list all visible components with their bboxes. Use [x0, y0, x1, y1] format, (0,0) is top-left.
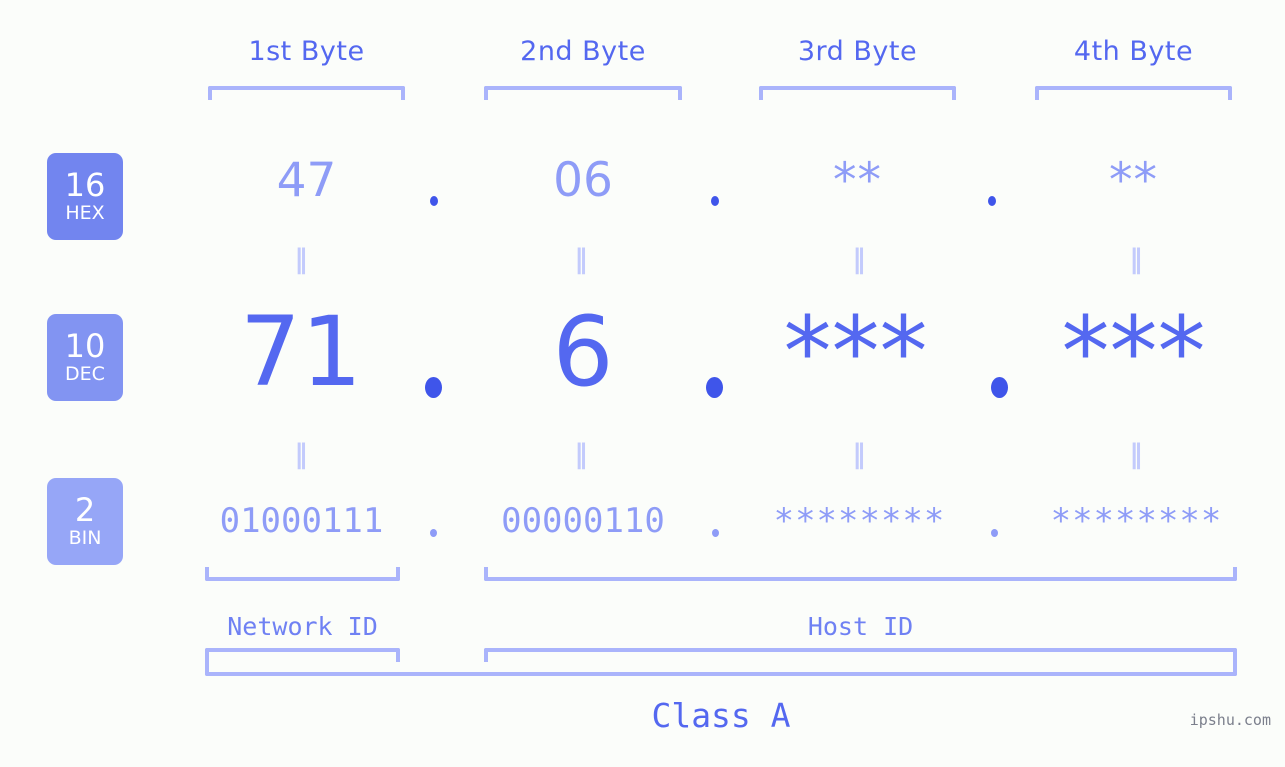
byte-header-4: 4th Byte	[1073, 36, 1194, 67]
equals-mark-hex-dec-2: ‖	[574, 244, 588, 275]
dec-value-byte-3: ***	[783, 296, 928, 408]
bin-value-byte-1: 01000111	[219, 501, 384, 541]
radix-badge-hex: 16 HEX	[47, 153, 123, 240]
equals-mark-hex-dec-4: ‖	[1129, 244, 1143, 275]
radix-badge-bin: 2 BIN	[47, 478, 123, 565]
byte-bracket-3	[759, 86, 956, 100]
radix-badge-dec: 10 DEC	[47, 314, 123, 401]
bin-value-byte-2: 00000110	[501, 501, 665, 541]
byte-header-2: 2nd Byte	[520, 36, 646, 67]
equals-mark-dec-bin-2: ‖	[574, 439, 588, 470]
bin-separator-dot-3	[991, 529, 998, 537]
bin-value-byte-3: ********	[773, 501, 946, 541]
class-label: Class A	[651, 696, 791, 735]
network-id-bracket-top	[205, 567, 400, 581]
radix-badge-hex-number: 16	[64, 166, 106, 204]
host-id-bracket-bottom	[484, 648, 1237, 662]
bin-separator-dot-2	[712, 529, 719, 537]
hex-separator-dot-2	[711, 196, 719, 206]
byte-bracket-2	[484, 86, 682, 100]
radix-badge-dec-number: 10	[64, 327, 106, 365]
bin-value-byte-4: ********	[1050, 501, 1223, 541]
radix-badge-dec-name: DEC	[65, 363, 105, 385]
hex-value-byte-3: **	[833, 153, 882, 208]
network-id-bracket-bottom	[205, 648, 400, 662]
radix-badge-bin-number: 2	[74, 491, 96, 529]
hex-value-byte-4: **	[1109, 153, 1158, 208]
watermark: ipshu.com	[1189, 711, 1271, 729]
byte-bracket-1	[208, 86, 405, 100]
hex-value-byte-1: 47	[276, 153, 337, 208]
dec-separator-dot-2	[706, 377, 723, 398]
host-id-bracket-top	[484, 567, 1237, 581]
host-id-label: Host ID	[807, 612, 914, 641]
dec-value-byte-4: ***	[1061, 296, 1206, 408]
equals-mark-hex-dec-1: ‖	[294, 244, 308, 275]
equals-mark-dec-bin-3: ‖	[852, 439, 866, 470]
equals-mark-dec-bin-4: ‖	[1129, 439, 1143, 470]
radix-badge-hex-name: HEX	[65, 202, 105, 224]
byte-header-3: 3rd Byte	[797, 36, 918, 67]
ip-address-breakdown-diagram: 1st Byte 2nd Byte 3rd Byte 4th Byte 16 H…	[0, 0, 1285, 767]
dec-value-byte-2: 6	[552, 296, 614, 408]
bin-separator-dot-1	[430, 529, 437, 537]
byte-header-1: 1st Byte	[248, 36, 365, 67]
dec-separator-dot-3	[991, 377, 1008, 398]
network-id-label: Network ID	[227, 612, 378, 641]
hex-separator-dot-1	[430, 196, 438, 206]
dec-value-byte-1: 71	[239, 296, 363, 408]
hex-value-byte-2: 06	[553, 153, 613, 208]
hex-separator-dot-3	[988, 196, 996, 206]
equals-mark-dec-bin-1: ‖	[294, 439, 308, 470]
dec-separator-dot-1	[425, 377, 442, 398]
radix-badge-bin-name: BIN	[68, 527, 102, 549]
class-bracket	[205, 662, 1237, 676]
byte-bracket-4	[1035, 86, 1232, 100]
equals-mark-hex-dec-3: ‖	[852, 244, 866, 275]
